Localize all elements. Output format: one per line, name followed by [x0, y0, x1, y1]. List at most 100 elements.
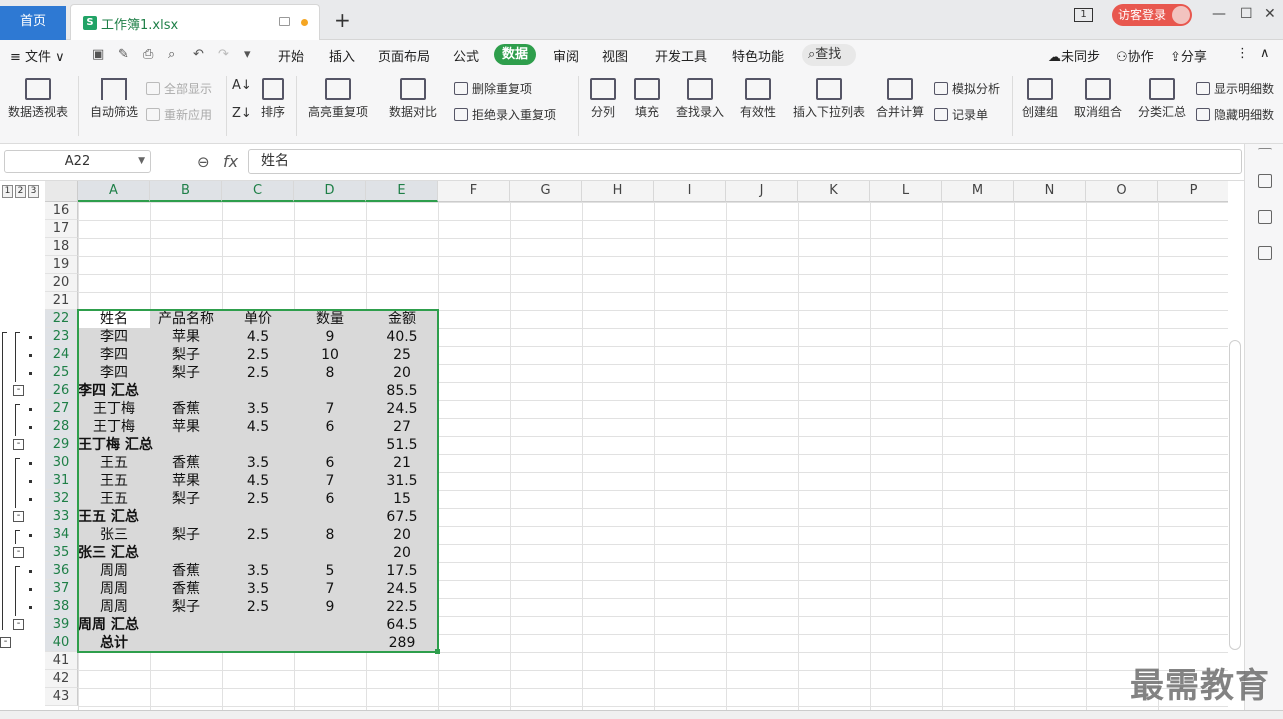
header-cell[interactable]: 单价 [222, 310, 294, 328]
table-cell[interactable]: 25 [366, 346, 438, 364]
table-cell[interactable]: 6 [294, 454, 366, 472]
validity-button[interactable]: 有效性 [734, 78, 782, 120]
column-header-m[interactable]: M [942, 181, 1014, 202]
name-box[interactable]: A22 ▼ [4, 150, 151, 173]
table-cell[interactable]: 李四 [78, 346, 150, 364]
column-header-h[interactable]: H [582, 181, 654, 202]
table-cell[interactable]: 王五 汇总 [78, 508, 228, 526]
row-header[interactable]: 39 [45, 616, 78, 634]
table-cell[interactable]: 20 [366, 544, 438, 562]
sort-ascending-icon[interactable]: A↓ [232, 78, 252, 93]
table-cell[interactable]: 31.5 [366, 472, 438, 490]
row-header[interactable]: 17 [45, 220, 78, 238]
table-cell[interactable]: 51.5 [366, 436, 438, 454]
more-icon[interactable]: ⋮ [1236, 46, 1249, 61]
table-cell[interactable]: 22.5 [366, 598, 438, 616]
redo-icon[interactable]: ↷ [218, 47, 229, 62]
column-header-j[interactable]: J [726, 181, 798, 202]
fill-handle[interactable] [435, 649, 440, 654]
table-cell[interactable]: 64.5 [366, 616, 438, 634]
function-icon[interactable]: fx [223, 152, 238, 171]
table-cell[interactable]: 王五 [78, 454, 150, 472]
row-header[interactable]: 24 [45, 346, 78, 364]
row-header[interactable]: 16 [45, 202, 78, 220]
table-cell[interactable]: 张三 [78, 526, 150, 544]
table-cell[interactable]: 4.5 [222, 328, 294, 346]
column-header-k[interactable]: K [798, 181, 870, 202]
table-cell[interactable]: 3.5 [222, 400, 294, 418]
print-preview-icon[interactable]: ⌕ [168, 47, 175, 62]
table-cell[interactable]: 张三 汇总 [78, 544, 228, 562]
row-header[interactable]: 31 [45, 472, 78, 490]
column-header-n[interactable]: N [1014, 181, 1086, 202]
table-cell[interactable]: 苹果 [150, 328, 222, 346]
column-header-e[interactable]: E [366, 181, 438, 202]
column-header-p[interactable]: P [1158, 181, 1228, 202]
close-button[interactable]: ✕ [1264, 6, 1276, 22]
row-header[interactable]: 38 [45, 598, 78, 616]
column-header-c[interactable]: C [222, 181, 294, 202]
table-cell[interactable]: 8 [294, 526, 366, 544]
table-cell[interactable]: 4.5 [222, 418, 294, 436]
menu-insert[interactable]: 插入 [329, 46, 355, 65]
table-cell[interactable]: 李四 [78, 364, 150, 382]
cursor-icon[interactable] [1258, 174, 1272, 188]
table-cell[interactable]: 10 [294, 346, 366, 364]
table-cell[interactable]: 王丁梅 [78, 400, 150, 418]
share-button[interactable]: ⇪分享 [1170, 46, 1207, 65]
show-detail-button[interactable]: 显示明细数 [1196, 80, 1274, 97]
select-all-corner[interactable] [45, 181, 78, 202]
column-header-o[interactable]: O [1086, 181, 1158, 202]
row-header[interactable]: 32 [45, 490, 78, 508]
collapse-group-icon[interactable]: - [13, 619, 24, 630]
insert-dropdown-button[interactable]: 插入下拉列表 [790, 78, 868, 120]
column-header-g[interactable]: G [510, 181, 582, 202]
visitor-login-button[interactable]: 访客登录 [1112, 4, 1192, 26]
row-header[interactable]: 27 [45, 400, 78, 418]
table-cell[interactable]: 2.5 [222, 598, 294, 616]
column-header-i[interactable]: I [654, 181, 726, 202]
data-compare-button[interactable]: 数据对比 [382, 78, 444, 120]
consolidate-button[interactable]: 合并计算 [872, 78, 928, 120]
header-cell[interactable]: 产品名称 [150, 310, 222, 328]
table-cell[interactable]: 香蕉 [150, 400, 222, 418]
table-cell[interactable]: 8 [294, 364, 366, 382]
print-icon[interactable]: ⎙ [143, 47, 153, 62]
column-header-b[interactable]: B [150, 181, 222, 202]
table-cell[interactable]: 苹果 [150, 472, 222, 490]
table-cell[interactable]: 香蕉 [150, 454, 222, 472]
collaborate-button[interactable]: ⚇协作 [1116, 46, 1154, 65]
collapse-ribbon-icon[interactable]: ∧ [1260, 46, 1270, 61]
menu-special[interactable]: 特色功能 [732, 46, 784, 65]
menu-data-active[interactable]: 数据 [494, 44, 536, 65]
table-cell[interactable]: 20 [366, 364, 438, 382]
tab-home[interactable]: 首页 [0, 6, 66, 40]
table-cell[interactable]: 17.5 [366, 562, 438, 580]
subtotal-button[interactable]: 分类汇总 [1136, 78, 1188, 120]
table-cell[interactable]: 周周 [78, 598, 150, 616]
menu-formula[interactable]: 公式 [453, 46, 479, 65]
collapse-group-icon[interactable]: - [13, 439, 24, 450]
column-header-l[interactable]: L [870, 181, 942, 202]
outline-level-3[interactable]: 3 [28, 185, 39, 198]
row-header[interactable]: 43 [45, 688, 78, 706]
sort-descending-icon[interactable]: Z↓ [232, 106, 252, 121]
table-cell[interactable]: 27 [366, 418, 438, 436]
table-cell[interactable]: 289 [366, 634, 438, 652]
row-header[interactable]: 29 [45, 436, 78, 454]
collapse-group-icon[interactable]: - [13, 511, 24, 522]
formula-input[interactable]: 姓名 [248, 149, 1242, 174]
search-button[interactable]: ⌕查找 [802, 44, 856, 66]
ungroup-button[interactable]: 取消组合 [1066, 78, 1130, 120]
tab-workbook[interactable]: S 工作簿1.xlsx [70, 4, 320, 40]
highlight-duplicates-button[interactable]: 高亮重复项 [302, 78, 374, 120]
table-cell[interactable]: 9 [294, 598, 366, 616]
menu-lines-icon[interactable] [1258, 148, 1272, 158]
sync-status[interactable]: ☁未同步 [1048, 46, 1100, 65]
customize-icon[interactable]: ▾ [244, 47, 251, 62]
row-header[interactable]: 21 [45, 292, 78, 310]
outline-level-1[interactable]: 1 [2, 185, 13, 198]
sort-button[interactable]: 排序 [256, 78, 290, 120]
table-cell[interactable]: 85.5 [366, 382, 438, 400]
table-cell[interactable]: 15 [366, 490, 438, 508]
